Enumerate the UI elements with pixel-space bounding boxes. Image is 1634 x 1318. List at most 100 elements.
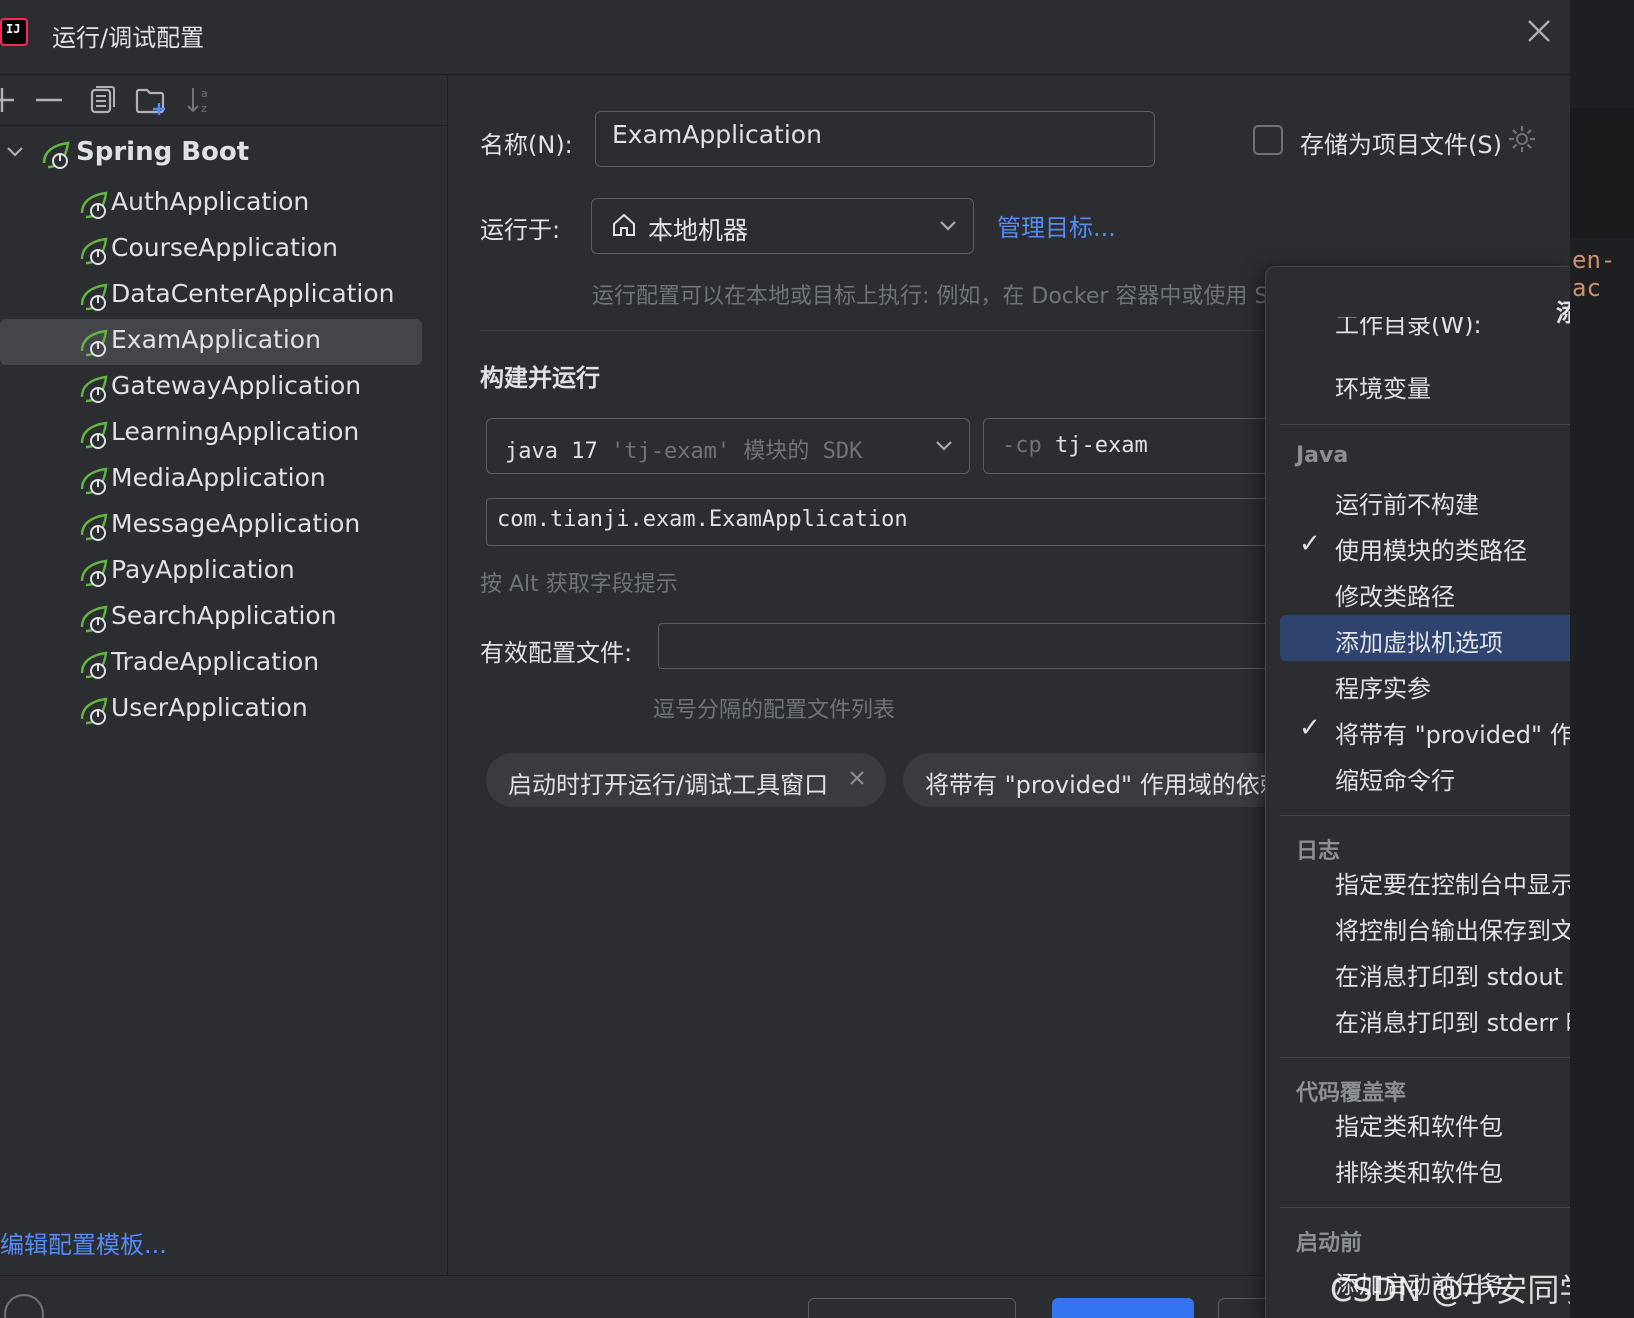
manage-targets-link[interactable]: 管理目标... xyxy=(997,208,1116,243)
popup-item-include-classes[interactable]: 指定类和软件包 xyxy=(1280,1099,1570,1145)
popup-group-before-launch: 启动前 xyxy=(1296,1231,1363,1256)
popup-item-label: 运行前不构建 xyxy=(1335,491,1479,519)
tree-item-label: UserApplication xyxy=(111,693,308,722)
spring-boot-app-icon xyxy=(78,557,108,587)
spring-boot-app-icon xyxy=(78,603,108,633)
tree-group-label: Spring Boot xyxy=(76,137,250,167)
tree-item-gateway-application[interactable]: GatewayApplication xyxy=(0,365,422,411)
run-on-dropdown[interactable]: 本地机器 xyxy=(591,198,974,254)
spring-boot-app-icon xyxy=(78,327,108,357)
popup-divider xyxy=(1280,424,1570,425)
popup-divider xyxy=(1280,815,1570,816)
profiles-hint: 逗号分隔的配置文件列表 xyxy=(653,698,896,723)
tree-item-search-application[interactable]: SearchApplication xyxy=(0,595,422,641)
cp-value: tj-exam xyxy=(1055,433,1148,458)
tree-item-learning-application[interactable]: LearningApplication xyxy=(0,411,422,457)
title-bar: IJ 运行/调试配置 xyxy=(0,0,1570,75)
tree-item-label: SearchApplication xyxy=(111,601,337,630)
tree-item-pay-application[interactable]: PayApplication xyxy=(0,549,422,595)
run-debug-config-dialog: IJ 运行/调试配置 az Spring Boot AuthApplicatio… xyxy=(0,0,1570,1318)
tree-item-label: AuthApplication xyxy=(111,187,310,216)
plus-icon[interactable] xyxy=(0,83,20,117)
popup-item-label: 工作目录(W): xyxy=(1335,317,1482,339)
csdn-watermark: CSDN @小安同学iter xyxy=(1330,1271,1570,1309)
popup-item-provided-scope[interactable]: ✓ 将带有 "provided" 作用域的 xyxy=(1280,707,1570,753)
cp-prefix: -cp xyxy=(1002,433,1042,458)
editor-area xyxy=(1570,108,1634,238)
tree-item-message-application[interactable]: MessageApplication xyxy=(0,503,422,549)
tree-item-label: GatewayApplication xyxy=(111,371,362,400)
new-folder-icon[interactable] xyxy=(134,83,168,117)
copy-icon[interactable] xyxy=(85,83,119,117)
config-toolbar: az xyxy=(0,75,447,126)
popup-item-shorten-cmdline[interactable]: 缩短命令行 xyxy=(1280,753,1570,799)
gear-icon[interactable] xyxy=(1506,123,1538,155)
home-icon xyxy=(610,211,638,243)
tree-item-datacenter-application[interactable]: DataCenterApplication xyxy=(0,273,422,319)
popup-item-show-stdout[interactable]: 在消息打印到 stdout 时显示 xyxy=(1280,949,1570,995)
tree-item-label: ExamApplication xyxy=(111,325,321,354)
configurations-panel: az Spring Boot AuthApplication CourseApp… xyxy=(0,75,448,1275)
chip-label: 将带有 "provided" 作用域的依赖 xyxy=(925,771,1284,799)
option-chip-provided-scope[interactable]: 将带有 "provided" 作用域的依赖 xyxy=(903,753,1323,807)
popup-item-no-build[interactable]: 运行前不构建 xyxy=(1280,477,1570,523)
popup-item-label: 缩短命令行 xyxy=(1335,767,1455,795)
close-icon[interactable] xyxy=(848,765,866,793)
popup-item-label: 指定要在控制台中显示的日志 xyxy=(1335,871,1570,899)
svg-text:a: a xyxy=(201,87,208,100)
tree-item-course-application[interactable]: CourseApplication xyxy=(0,227,422,273)
sort-alpha-icon[interactable]: az xyxy=(183,83,217,117)
popup-item-module-classpath[interactable]: ✓ 使用模块的类路径 xyxy=(1280,523,1570,569)
spring-boot-app-icon xyxy=(78,511,108,541)
tree-item-media-application[interactable]: MediaApplication xyxy=(0,457,422,503)
popup-item-add-vm-options[interactable]: 添加虚拟机选项 xyxy=(1280,615,1570,661)
popup-item-label: 修改类路径 xyxy=(1335,583,1455,611)
main-class-field[interactable]: com.tianji.exam.ExamApplication xyxy=(486,498,1286,546)
store-as-project-file-checkbox[interactable] xyxy=(1253,125,1283,155)
run-on-label: 运行于: xyxy=(480,216,561,244)
popup-item-save-console[interactable]: 将控制台输出保存到文件 xyxy=(1280,903,1570,949)
jdk-version: java 17 xyxy=(505,439,598,464)
popup-item-modify-classpath[interactable]: 修改类路径 xyxy=(1280,569,1570,615)
spring-boot-app-icon xyxy=(78,695,108,725)
ok-button[interactable] xyxy=(1052,1298,1194,1318)
tree-item-label: DataCenterApplication xyxy=(111,279,395,308)
popup-item-working-directory[interactable]: 工作目录(W): xyxy=(1280,317,1570,347)
name-field[interactable]: ExamApplication xyxy=(595,111,1155,167)
tree-group-spring-boot[interactable]: Spring Boot xyxy=(0,135,440,175)
jdk-dropdown[interactable]: java 17 'tj-exam' 模块的 SDK xyxy=(486,418,970,474)
popup-item-console-logs[interactable]: 指定要在控制台中显示的日志 xyxy=(1280,857,1570,903)
classpath-module-field[interactable]: -cp tj-exam xyxy=(983,418,1283,474)
minus-icon[interactable] xyxy=(32,83,66,117)
divider xyxy=(480,330,1280,331)
add-run-options-popup: 添加运行 工作目录(W): 环境变量 Java 运行前不构建 ✓ 使用模块的类路… xyxy=(1265,266,1570,1318)
intellij-logo-icon: IJ xyxy=(0,18,28,46)
chevron-down-icon[interactable] xyxy=(4,141,26,169)
chevron-down-icon xyxy=(937,215,959,241)
popup-item-env-vars[interactable]: 环境变量 xyxy=(1280,361,1570,407)
run-button[interactable] xyxy=(808,1298,1016,1318)
checkmark-icon: ✓ xyxy=(1299,713,1321,743)
background-editor-text: en-ac xyxy=(1572,246,1616,302)
chip-label: 启动时打开运行/调试工具窗口 xyxy=(508,771,829,799)
popup-item-show-stderr[interactable]: 在消息打印到 stderr 时显示 xyxy=(1280,995,1570,1041)
spring-boot-app-icon xyxy=(78,235,108,265)
spring-boot-icon xyxy=(40,139,70,169)
help-icon[interactable] xyxy=(4,1294,44,1318)
edit-config-templates-link[interactable]: 编辑配置模板... xyxy=(0,1225,167,1260)
option-chip-open-tool-window[interactable]: 启动时打开运行/调试工具窗口 xyxy=(486,753,886,807)
tree-item-label: CourseApplication xyxy=(111,233,338,262)
tree-item-exam-application[interactable]: ExamApplication xyxy=(0,319,422,365)
tree-item-auth-application[interactable]: AuthApplication xyxy=(0,181,422,227)
spring-boot-app-icon xyxy=(78,465,108,495)
jdk-module-hint: 'tj-exam' 模块的 SDK xyxy=(610,439,863,464)
close-icon[interactable] xyxy=(1522,16,1556,50)
popup-divider xyxy=(1280,1207,1570,1208)
spring-boot-app-icon xyxy=(78,373,108,403)
svg-text:z: z xyxy=(201,102,207,115)
popup-item-exclude-classes[interactable]: 排除类和软件包 xyxy=(1280,1145,1570,1191)
popup-item-program-args[interactable]: 程序实参 xyxy=(1280,661,1570,707)
active-profiles-field[interactable] xyxy=(658,623,1288,669)
tree-item-user-application[interactable]: UserApplication xyxy=(0,687,422,733)
tree-item-trade-application[interactable]: TradeApplication xyxy=(0,641,422,687)
